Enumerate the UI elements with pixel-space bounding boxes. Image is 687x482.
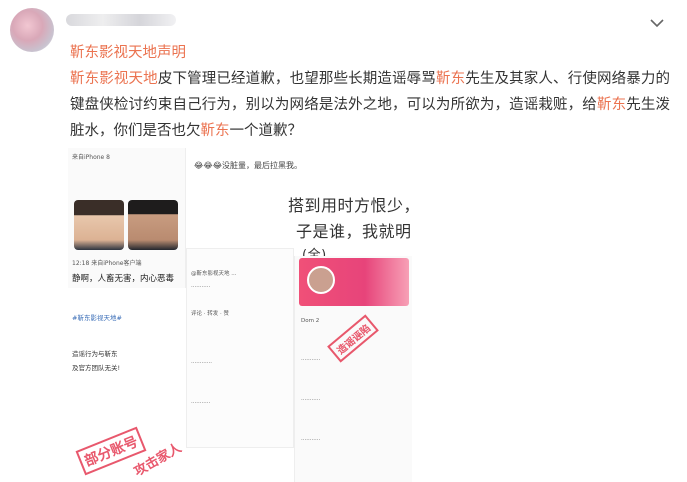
- body-segment[interactable]: 靳东: [201, 123, 230, 139]
- collage-panel-profile-screenshot: Dom 2 ........... ........... ..........…: [294, 256, 412, 482]
- panel-big-line: 搭到用时方恨少，: [288, 196, 412, 215]
- panel-line: 评论 · 转发 · 赞: [191, 311, 229, 317]
- body-segment[interactable]: 靳东: [597, 97, 626, 113]
- collage-panel-comments-screenshot: @靳东影视天地 ... ........... 评论 · 转发 · 赞 ....…: [186, 248, 294, 448]
- body-segment[interactable]: 靳东影视天地: [70, 71, 158, 87]
- panel-line: 造谣行为与靳东: [72, 350, 118, 358]
- body-segment: 一个道歉？: [229, 123, 303, 139]
- panel-emoji-line: 😂😂😂没脏量，最后拉黑我。: [194, 161, 303, 170]
- panel-big-line: 子是谁，我就明目: [296, 222, 412, 241]
- panel-line: @靳东影视天地 ...: [191, 271, 237, 277]
- screenshot-collage-image[interactable]: 来自iPhone 8 12:18 来自iPhone客户端 静啊，人畜无害，内心恶…: [68, 148, 412, 482]
- panel-header: 来自iPhone 8: [72, 154, 110, 161]
- panel-device-line: 12:18 来自iPhone客户端: [72, 260, 142, 267]
- banner-avatar: [307, 266, 335, 294]
- body-segment[interactable]: 靳东: [436, 71, 465, 87]
- panel-line: 及官方团队无关!: [72, 364, 121, 372]
- panel-quote-line: 静啊，人畜无害，内心恶毒: [72, 274, 175, 284]
- collage-panel-weibo-post: 来自iPhone 8 12:18 来自iPhone客户端 静啊，人畜无害，内心恶…: [68, 148, 186, 288]
- panel-line: ............: [191, 359, 212, 365]
- body-segment: 皮下管理已经道歉，也望那些长期造谣辱骂: [157, 71, 436, 87]
- panel-line: ...........: [301, 356, 321, 362]
- username-blurred[interactable]: [66, 14, 176, 26]
- post-content: 靳东影视天地声明 靳东影视天地皮下管理已经道歉，也望那些长期造谣辱骂靳东先生及其…: [70, 40, 670, 144]
- panel-line: Dom 2: [301, 318, 320, 324]
- photo-portrait-2: [128, 200, 178, 250]
- post-body: 靳东影视天地皮下管理已经道歉，也望那些长期造谣辱骂靳东先生及其家人、行使网络暴力…: [70, 66, 670, 144]
- panel-hashtag: #靳东影视天地#: [72, 314, 122, 322]
- avatar[interactable]: [10, 8, 54, 52]
- photo-portrait-1: [74, 200, 124, 250]
- post-title[interactable]: 靳东影视天地声明: [70, 40, 670, 66]
- chevron-down-icon[interactable]: [648, 14, 666, 32]
- panel-line: ...........: [191, 283, 211, 289]
- profile-banner: [299, 258, 409, 306]
- panel-line: ...........: [191, 399, 211, 405]
- panel-line: ...........: [301, 436, 321, 442]
- panel-line: ...........: [301, 396, 321, 402]
